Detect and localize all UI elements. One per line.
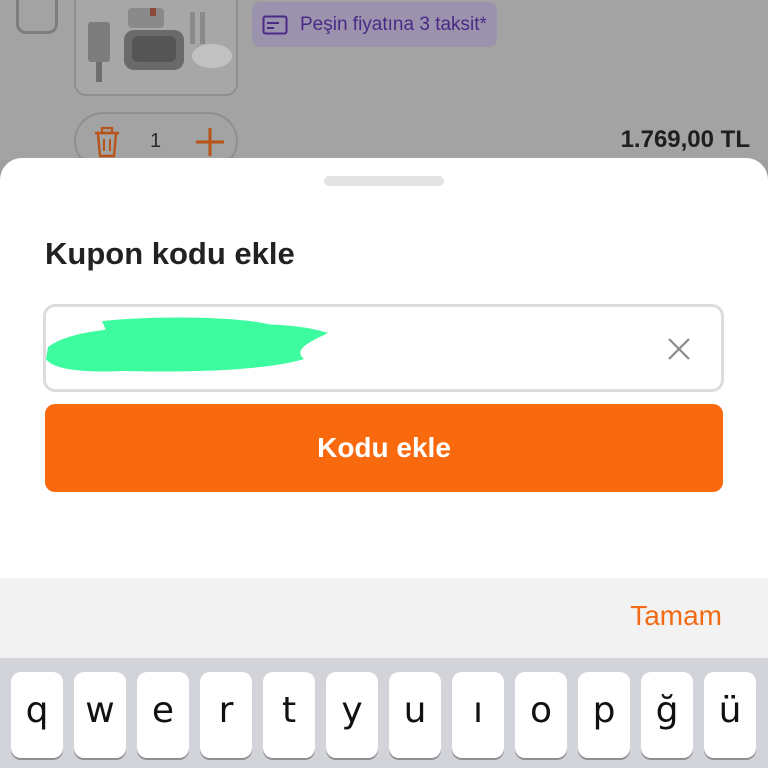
add-code-button[interactable]: Kodu ekle [45,404,723,492]
key-u[interactable]: u [389,672,441,758]
cart-background: Peşin fiyatına 3 taksit* 1 1.769,00 TL [0,0,768,170]
key-t[interactable]: t [263,672,315,758]
sheet-grabber[interactable] [324,176,444,186]
done-button[interactable]: Tamam [630,600,722,632]
plus-icon[interactable] [194,126,226,158]
key-q[interactable]: q [11,672,63,758]
redaction-mark [46,317,328,372]
key-dotless-i[interactable]: ı [452,672,504,758]
key-o[interactable]: o [515,672,567,758]
key-g-breve[interactable]: ğ [641,672,693,758]
credit-card-icon [262,15,288,34]
keyboard-row-1: q w e r t y u ı o p ğ ü [11,672,756,758]
key-w[interactable]: w [74,672,126,758]
coupon-field [43,304,724,392]
product-image[interactable] [74,0,238,96]
installment-badge: Peşin fiyatına 3 taksit* [252,2,497,47]
quantity-value: 1 [150,130,162,152]
item-price: 1.769,00 TL [620,126,750,153]
installment-text: Peşin fiyatına 3 taksit* [300,13,487,35]
sheet-title: Kupon kodu ekle [45,236,295,271]
item-select-checkbox[interactable] [16,0,58,34]
key-y[interactable]: y [326,672,378,758]
key-p[interactable]: p [578,672,630,758]
coupon-sheet: Kupon kodu ekle Kodu ekle [0,158,768,578]
trash-icon[interactable] [92,126,122,158]
key-r[interactable]: r [200,672,252,758]
kitchen-appliance-set-icon [88,8,232,82]
key-u-umlaut[interactable]: ü [704,672,756,758]
keyboard: q w e r t y u ı o p ğ ü [0,658,768,768]
keyboard-accessory-bar: Tamam [0,578,768,658]
clear-icon[interactable] [667,337,691,361]
key-e[interactable]: e [137,672,189,758]
